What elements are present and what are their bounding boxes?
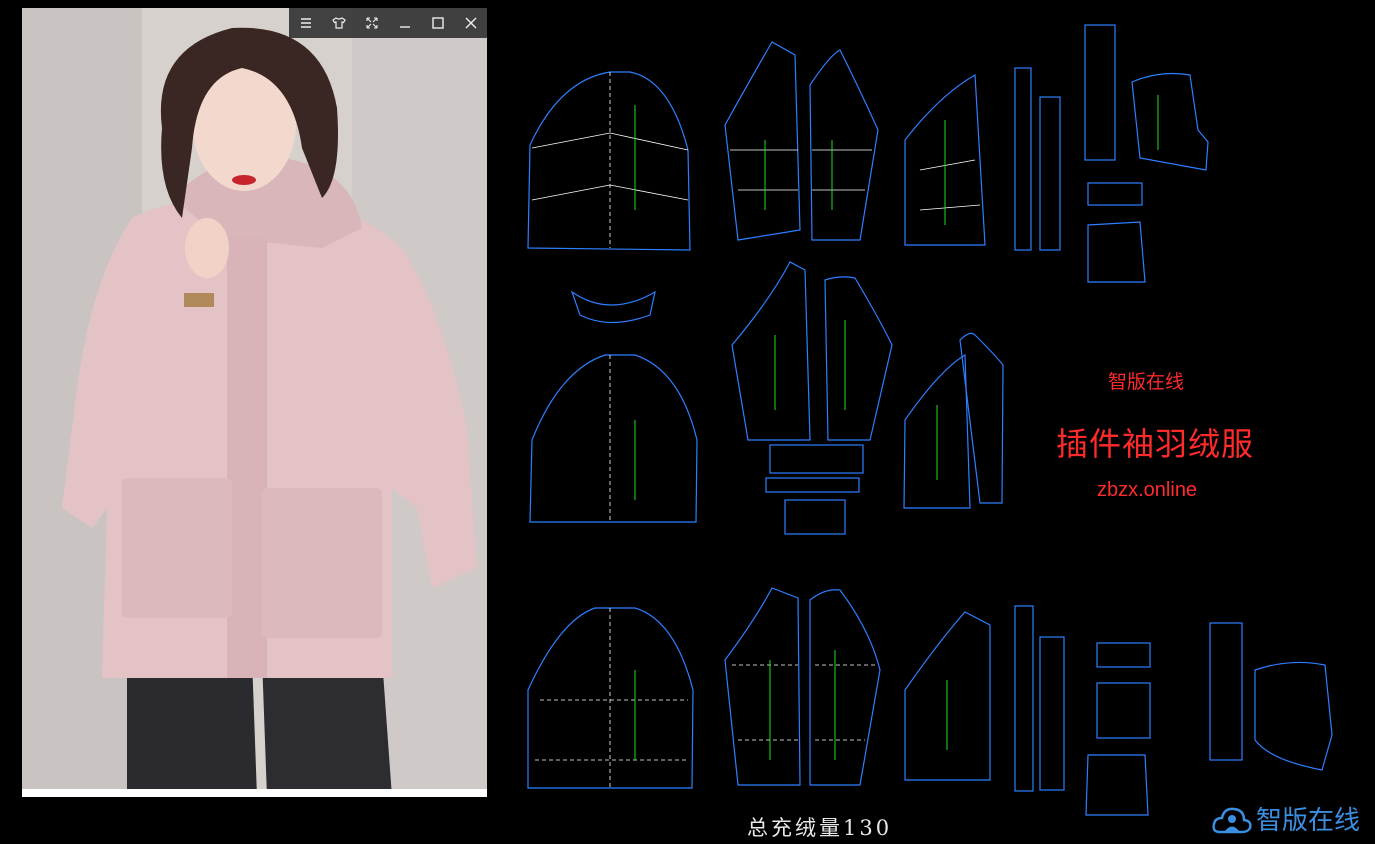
pocket-piece-1: [1087, 221, 1146, 283]
placket-piece: [1039, 96, 1061, 251]
outer-pocket-1: [1096, 682, 1151, 739]
brand-url[interactable]: zbzx.online: [1097, 479, 1197, 502]
outer-sleeve-front: [724, 587, 801, 786]
cloud-person-icon: [1212, 807, 1252, 833]
outer-pocket-2: [1085, 754, 1149, 816]
expand-icon: [365, 17, 378, 29]
lining-sleeve-front: [731, 261, 811, 441]
jacket-photo-illustration: [22, 8, 487, 797]
brand-logo: 智版在线: [1212, 800, 1360, 837]
sleeve-front-piece: [724, 41, 801, 241]
down-fill-note: 总充绒量130: [747, 816, 893, 840]
maximize-icon: [431, 17, 444, 29]
cuff-piece-1: [769, 444, 864, 474]
fullscreen-button[interactable]: [359, 10, 385, 36]
product-photo: [22, 8, 487, 797]
back-bodice-piece: [529, 354, 698, 523]
tab-piece: [1087, 182, 1143, 206]
collar-strip-piece: [1084, 24, 1116, 161]
lining-sleeve-back: [824, 276, 893, 441]
minimize-icon: [399, 26, 410, 28]
neck-facing-piece: [570, 290, 656, 324]
close-button[interactable]: [458, 10, 484, 36]
hood-piece: [1131, 72, 1209, 171]
outer-front-piece: [527, 607, 694, 789]
zip-facing-piece: [1014, 67, 1032, 251]
logo-text: 智版在线: [1256, 806, 1361, 836]
outer-tab: [1096, 642, 1151, 668]
outer-hood-piece: [1254, 661, 1333, 771]
outer-placket: [1039, 636, 1065, 791]
garment-button[interactable]: [326, 10, 352, 36]
product-title: 插件袖羽绒服: [1056, 425, 1255, 463]
close-icon: [465, 17, 476, 29]
outer-zip-facing: [1014, 605, 1034, 792]
outer-sleeve-back: [809, 589, 881, 786]
front-bodice-piece: [527, 71, 691, 251]
cuff-piece-3: [784, 499, 846, 535]
shirt-icon: [331, 17, 346, 29]
menu-icon: [300, 18, 311, 28]
photo-bottom-edge: [22, 789, 487, 797]
outer-collar-strip: [1209, 622, 1243, 761]
minimize-button[interactable]: [392, 10, 418, 36]
window-toolbar: [289, 8, 487, 38]
maximize-button[interactable]: [425, 10, 451, 36]
menu-button[interactable]: [293, 10, 319, 36]
brand-small-title: 智版在线: [1108, 371, 1185, 393]
lining-facing-piece: [959, 332, 1004, 504]
sleeve-back-piece: [809, 49, 879, 241]
cuff-piece-2: [765, 477, 860, 493]
